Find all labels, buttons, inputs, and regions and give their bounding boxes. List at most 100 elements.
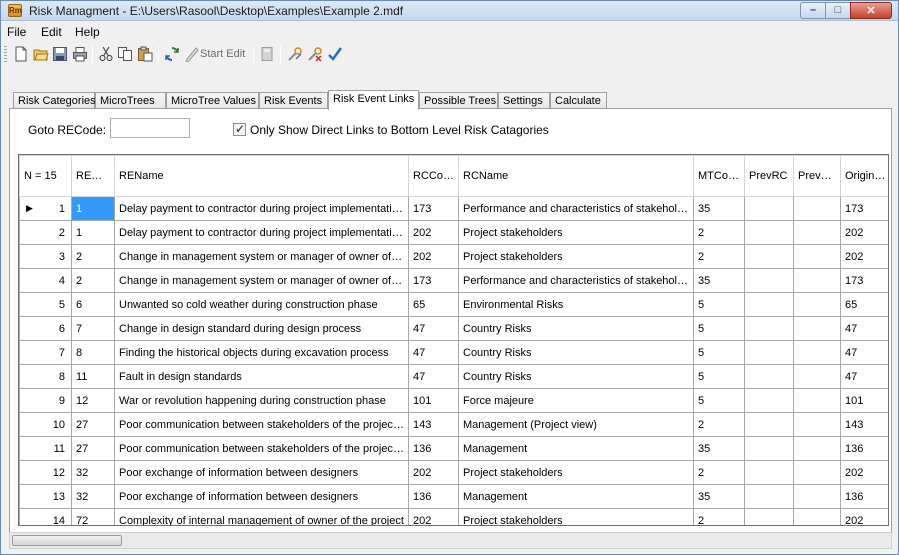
- cell-mtcode[interactable]: 5: [693, 340, 745, 365]
- row-header[interactable]: 4: [19, 268, 72, 293]
- cell-prevrc[interactable]: [744, 436, 794, 461]
- print-icon[interactable]: [72, 46, 88, 62]
- table-row[interactable]: ▶ 1 1 Delay payment to contractor during pr…: [19, 196, 888, 221]
- column-header-prevrc[interactable]: PrevRC: [744, 155, 794, 197]
- direct-links-checkbox[interactable]: ✓: [233, 122, 246, 136]
- cell-originrc[interactable]: 202: [840, 460, 888, 485]
- cell-prevrc[interactable]: [744, 292, 794, 317]
- cell-originrc[interactable]: 47: [840, 364, 888, 389]
- row-header[interactable]: 8: [19, 364, 72, 389]
- cell-prevrc[interactable]: [744, 508, 794, 525]
- cell-mtcode[interactable]: 5: [693, 388, 745, 413]
- cell-originrc[interactable]: 136: [840, 436, 888, 461]
- cell-rccode[interactable]: 65: [408, 292, 459, 317]
- tab-settings[interactable]: Settings: [498, 92, 550, 109]
- table-row[interactable]: 12 32 Poor exchange of information between…: [19, 460, 888, 485]
- cell-rcname[interactable]: Country Risks: [458, 316, 694, 341]
- link-icon[interactable]: [287, 46, 303, 62]
- direct-links-checkbox-label[interactable]: Only Show Direct Links to Bottom Level R…: [250, 123, 549, 137]
- cell-recode[interactable]: 2: [71, 244, 115, 269]
- cell-originrc[interactable]: 47: [840, 340, 888, 365]
- cell-prevmtc[interactable]: [793, 196, 841, 221]
- row-header[interactable]: 11: [19, 436, 72, 461]
- cell-recode[interactable]: 2: [71, 268, 115, 293]
- cell-recode[interactable]: 27: [71, 412, 115, 437]
- cell-mtcode[interactable]: 35: [693, 268, 745, 293]
- menu-edit[interactable]: Edit: [41, 25, 62, 39]
- toolbar-grip[interactable]: [4, 46, 7, 62]
- cell-rccode[interactable]: 173: [408, 268, 459, 293]
- cell-mtcode[interactable]: 5: [693, 364, 745, 389]
- cell-prevmtc[interactable]: [793, 316, 841, 341]
- cell-prevmtc[interactable]: [793, 460, 841, 485]
- cell-rccode[interactable]: 202: [408, 220, 459, 245]
- tab-possible-trees[interactable]: Possible Trees: [419, 92, 498, 109]
- refresh-icon[interactable]: [164, 46, 180, 62]
- copy-icon[interactable]: [117, 46, 133, 62]
- column-header-rcname[interactable]: RCName: [458, 155, 694, 197]
- row-header[interactable]: 14: [19, 508, 72, 525]
- cell-rccode[interactable]: 202: [408, 244, 459, 269]
- menu-file[interactable]: File: [7, 25, 26, 39]
- table-row[interactable]: 4 2 Change in management system or manager…: [19, 268, 888, 293]
- cell-prevmtc[interactable]: [793, 436, 841, 461]
- cell-rccode[interactable]: 173: [408, 196, 459, 221]
- cell-rccode[interactable]: 47: [408, 340, 459, 365]
- cell-originrc[interactable]: 173: [840, 196, 888, 221]
- cell-rcname[interactable]: Environmental Risks: [458, 292, 694, 317]
- cell-mtcode[interactable]: 2: [693, 412, 745, 437]
- cell-rccode[interactable]: 136: [408, 484, 459, 509]
- edit-pencil-icon[interactable]: [184, 46, 200, 62]
- column-header-recode[interactable]: RECode: [71, 155, 115, 197]
- cell-prevmtc[interactable]: [793, 412, 841, 437]
- cell-originrc[interactable]: 65: [840, 292, 888, 317]
- cell-rename[interactable]: Delay payment to contractor during proje…: [114, 220, 409, 245]
- cell-originrc[interactable]: 136: [840, 484, 888, 509]
- cell-recode[interactable]: 6: [71, 292, 115, 317]
- table-row[interactable]: 6 7 Change in design standard during desig…: [19, 316, 888, 341]
- cell-prevrc[interactable]: [744, 244, 794, 269]
- column-header-rename[interactable]: REName: [114, 155, 409, 197]
- row-header[interactable]: 3: [19, 244, 72, 269]
- cell-mtcode[interactable]: 35: [693, 484, 745, 509]
- cell-rcname[interactable]: Performance and characteristics of stake…: [458, 196, 694, 221]
- cell-rename[interactable]: Poor exchange of information between des…: [114, 484, 409, 509]
- cell-prevmtc[interactable]: [793, 268, 841, 293]
- table-row[interactable]: 11 27 Poor communication between stakehold…: [19, 436, 888, 461]
- row-header[interactable]: 9: [19, 388, 72, 413]
- maximize-button[interactable]: □: [825, 2, 851, 19]
- open-icon[interactable]: [33, 46, 49, 62]
- cell-rccode[interactable]: 202: [408, 460, 459, 485]
- cell-originrc[interactable]: 202: [840, 244, 888, 269]
- table-row[interactable]: 8 11 Fault in design standards 47 Country Ri…: [19, 364, 888, 389]
- row-header[interactable]: 12: [19, 460, 72, 485]
- cell-rccode[interactable]: 47: [408, 316, 459, 341]
- cell-rename[interactable]: Complexity of internal management of own…: [114, 508, 409, 525]
- cell-rename[interactable]: Unwanted so cold weather during construc…: [114, 292, 409, 317]
- column-header-originrc[interactable]: OriginRC: [840, 155, 888, 197]
- cell-rename[interactable]: Change in design standard during design …: [114, 316, 409, 341]
- table-row[interactable]: 3 2 Change in management system or manager…: [19, 244, 888, 269]
- cell-originrc[interactable]: 202: [840, 220, 888, 245]
- title-bar[interactable]: Rm Risk Managment - E:\Users\Rasool\Desk…: [1, 1, 898, 21]
- tab-microtree-values[interactable]: MicroTree Values: [166, 92, 259, 109]
- tab-calculate[interactable]: Calculate: [550, 92, 607, 109]
- row-header[interactable]: 7: [19, 340, 72, 365]
- cell-recode[interactable]: 1: [71, 196, 115, 221]
- table-row[interactable]: 9 12 War or revolution happening during co…: [19, 388, 888, 413]
- cell-recode[interactable]: 27: [71, 436, 115, 461]
- row-header[interactable]: ▶ 1: [19, 196, 72, 221]
- confirm-check-icon[interactable]: [327, 46, 343, 62]
- cell-rcname[interactable]: Force majeure: [458, 388, 694, 413]
- goto-recode-input[interactable]: [110, 118, 190, 138]
- table-row[interactable]: 5 6 Unwanted so cold weather during constr…: [19, 292, 888, 317]
- cell-rcname[interactable]: Performance and characteristics of stake…: [458, 268, 694, 293]
- cell-rcname[interactable]: Country Risks: [458, 340, 694, 365]
- cell-rccode[interactable]: 143: [408, 412, 459, 437]
- cell-originrc[interactable]: 101: [840, 388, 888, 413]
- tab-risk-events[interactable]: Risk Events: [259, 92, 328, 109]
- cell-rename[interactable]: Poor exchange of information between des…: [114, 460, 409, 485]
- cell-recode[interactable]: 12: [71, 388, 115, 413]
- cell-mtcode[interactable]: 2: [693, 508, 745, 525]
- cell-rccode[interactable]: 202: [408, 508, 459, 525]
